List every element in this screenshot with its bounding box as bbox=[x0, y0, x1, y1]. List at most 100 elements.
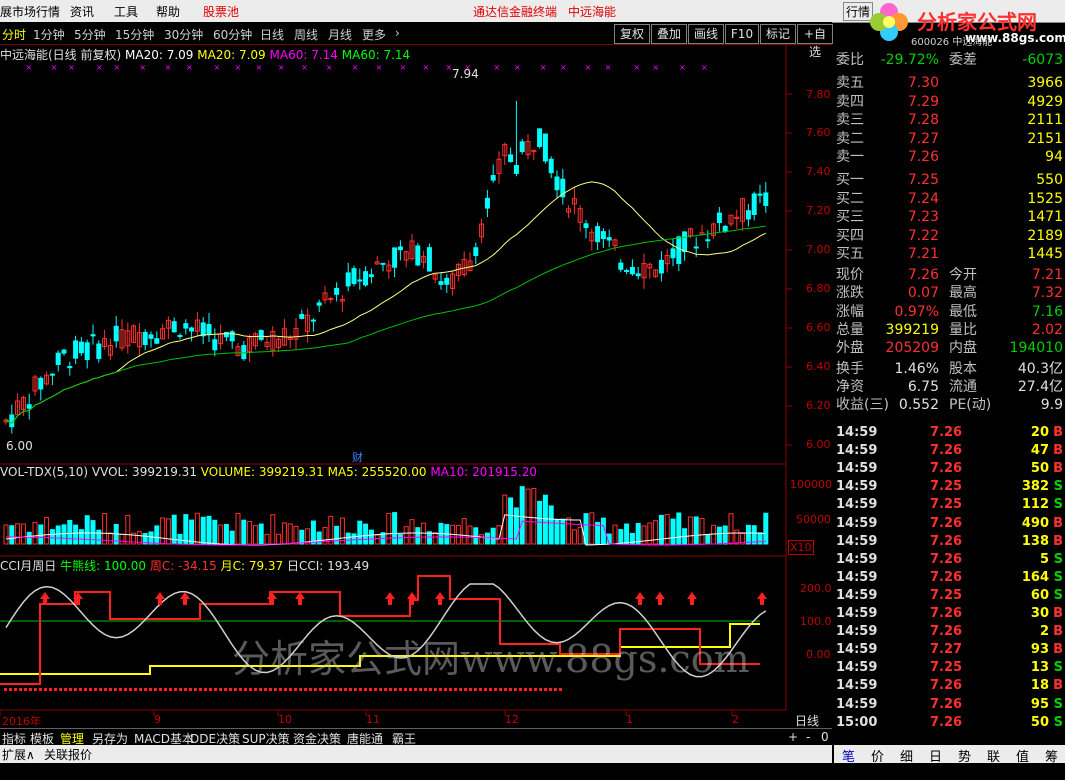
base-dot bbox=[69, 688, 72, 691]
zoom-in-button[interactable]: + bbox=[788, 730, 798, 744]
tab-1min[interactable]: 1分钟 bbox=[33, 26, 65, 43]
volume-bar bbox=[542, 494, 548, 545]
f10-button[interactable]: F10 bbox=[725, 24, 759, 44]
base-dot bbox=[169, 688, 172, 691]
tab-more[interactable]: 更多 bbox=[362, 26, 386, 43]
base-dot bbox=[189, 688, 192, 691]
menu-news[interactable]: 资讯 bbox=[70, 3, 94, 20]
stat-value: 0.07 bbox=[907, 285, 939, 302]
tick-row[interactable]: 14:59 7.27 93 B bbox=[834, 641, 1065, 659]
date-tick: 10 bbox=[278, 713, 292, 726]
tab-15min[interactable]: 15分钟 bbox=[115, 26, 154, 43]
tick-row[interactable]: 14:59 7.25 382 S bbox=[834, 478, 1065, 496]
level-label: 卖四 bbox=[836, 93, 864, 110]
vol-indicator-name: VOL-TDX(5,10) bbox=[0, 465, 89, 479]
quote-tab[interactable]: 值 bbox=[1016, 746, 1029, 765]
volume-bar bbox=[484, 532, 490, 545]
base-dot bbox=[489, 688, 492, 691]
mark-button[interactable]: 标记 bbox=[760, 24, 796, 44]
tab-5min[interactable]: 5分钟 bbox=[74, 26, 106, 43]
tab-daily[interactable]: 日线 bbox=[260, 26, 284, 43]
tick-row[interactable]: 14:59 7.26 18 B bbox=[834, 677, 1065, 695]
draw-button[interactable]: 画线 bbox=[688, 24, 724, 44]
base-dot bbox=[209, 688, 212, 691]
buy-arrow-icon bbox=[270, 599, 274, 605]
candle-body bbox=[473, 247, 479, 257]
vol-tick: 100000 bbox=[790, 478, 832, 491]
stat-value: 7.32 bbox=[1031, 285, 1063, 302]
tick-row[interactable]: 14:59 7.26 164 S bbox=[834, 569, 1065, 587]
tab-60min[interactable]: 60分钟 bbox=[213, 26, 252, 43]
tick-row[interactable]: 14:59 7.26 490 B bbox=[834, 515, 1065, 533]
menu-stockpool[interactable]: 股票池 bbox=[203, 3, 239, 20]
tick-row[interactable]: 14:59 7.26 30 B bbox=[834, 605, 1065, 623]
base-dot bbox=[104, 688, 107, 691]
linked-quote-button[interactable]: 关联报价 bbox=[44, 746, 92, 763]
signal-marker: × bbox=[376, 63, 383, 72]
tick-row[interactable]: 14:59 7.26 2 B bbox=[834, 623, 1065, 641]
tick-time: 14:59 bbox=[836, 551, 878, 567]
menu-help[interactable]: 帮助 bbox=[156, 3, 180, 20]
menu-tools[interactable]: 工具 bbox=[114, 3, 138, 20]
expand-button[interactable]: 扩展∧ bbox=[2, 746, 35, 763]
adjust-button[interactable]: 复权 bbox=[614, 24, 650, 44]
add-favorite-button[interactable]: +自选 bbox=[797, 24, 833, 59]
finance-marker[interactable]: 财 bbox=[352, 449, 363, 465]
quote-tab[interactable]: 笔 bbox=[842, 746, 855, 765]
volume-bar bbox=[763, 512, 769, 545]
quote-tab[interactable]: 筹 bbox=[1045, 746, 1058, 765]
zoom-reset-button[interactable]: 0 bbox=[821, 730, 829, 744]
zoom-out-button[interactable]: - bbox=[806, 730, 810, 744]
base-dot bbox=[9, 688, 12, 691]
buy-level-row: 买四 7.22 2189 bbox=[834, 227, 1065, 245]
chart-canvas[interactable]: × × × × × × × × × × × × × × × × × × × × × × × × × × × × × × bbox=[0, 44, 832, 728]
tick-time: 14:59 bbox=[836, 696, 878, 712]
tick-row[interactable]: 14:59 7.26 50 B bbox=[834, 460, 1065, 478]
volume-bar bbox=[386, 512, 392, 545]
tab-intraday[interactable]: 分时 bbox=[2, 26, 26, 43]
tick-side: S bbox=[1053, 479, 1063, 495]
buy-arrow-icon bbox=[43, 599, 47, 605]
more-arrow-icon[interactable]: › bbox=[395, 26, 400, 40]
buy-level-row: 买五 7.21 1445 bbox=[834, 245, 1065, 263]
candle-body bbox=[345, 272, 351, 287]
base-dot bbox=[19, 688, 22, 691]
tick-row[interactable]: 14:59 7.26 95 S bbox=[834, 696, 1065, 714]
tick-side: S bbox=[1053, 587, 1063, 603]
quote-tab[interactable]: 日 bbox=[929, 746, 942, 765]
volume-bar bbox=[409, 519, 415, 545]
level-label: 买五 bbox=[836, 246, 864, 262]
price-tick: 6.20 bbox=[806, 399, 831, 412]
volume-bar bbox=[15, 523, 21, 545]
quote-tab[interactable]: 价 bbox=[871, 746, 884, 765]
tab-monthly[interactable]: 月线 bbox=[328, 26, 352, 43]
base-dot bbox=[354, 688, 357, 691]
tick-row[interactable]: 14:59 7.26 5 S bbox=[834, 551, 1065, 569]
tick-row[interactable]: 14:59 7.25 13 S bbox=[834, 659, 1065, 677]
menu-market[interactable]: 展市场行情 bbox=[0, 3, 60, 20]
tick-row[interactable]: 14:59 7.26 20 B bbox=[834, 424, 1065, 442]
quote-tab[interactable]: 细 bbox=[900, 746, 913, 765]
quote-tab[interactable]: 联 bbox=[987, 746, 1000, 765]
candle-body bbox=[600, 231, 606, 240]
tick-row[interactable]: 15:00 7.26 50 S bbox=[834, 714, 1065, 732]
tick-row[interactable]: 14:59 7.25 60 S bbox=[834, 587, 1065, 605]
tab-weekly[interactable]: 周线 bbox=[294, 26, 318, 43]
base-dot bbox=[429, 688, 432, 691]
overlay-button[interactable]: 叠加 bbox=[651, 24, 687, 44]
stat-value: 1.46% bbox=[894, 360, 939, 377]
tick-row[interactable]: 14:59 7.26 138 B bbox=[834, 533, 1065, 551]
buy-arrow-icon bbox=[658, 599, 662, 605]
base-dot bbox=[324, 688, 327, 691]
volume-bar bbox=[73, 524, 79, 545]
volume-bar bbox=[194, 512, 200, 545]
tick-row[interactable]: 14:59 7.26 47 B bbox=[834, 442, 1065, 460]
signal-marker: × bbox=[514, 63, 521, 72]
tick-row[interactable]: 14:59 7.25 112 S bbox=[834, 496, 1065, 514]
volume-bar bbox=[745, 524, 751, 545]
volume-bar bbox=[258, 523, 264, 545]
tab-30min[interactable]: 30分钟 bbox=[164, 26, 203, 43]
signal-marker: × bbox=[400, 63, 407, 72]
volume-bar bbox=[624, 523, 630, 545]
quote-tab[interactable]: 势 bbox=[958, 746, 971, 765]
